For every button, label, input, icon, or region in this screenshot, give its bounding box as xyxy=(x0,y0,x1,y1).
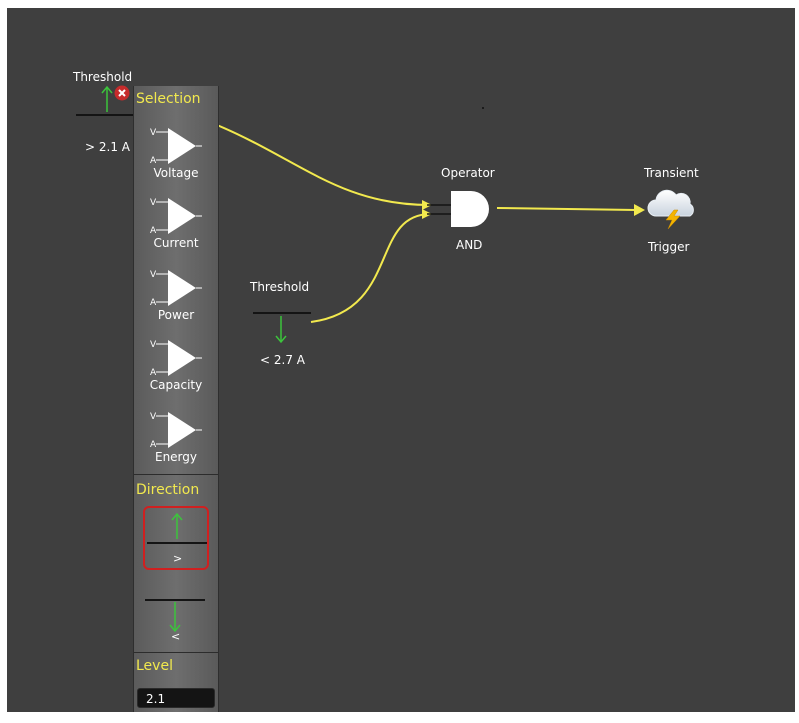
palette-item-voltage[interactable]: V A Voltage xyxy=(134,126,218,192)
svg-text:V: V xyxy=(150,128,157,138)
amplifier-icon: V A xyxy=(150,128,202,166)
amplifier-icon: V A xyxy=(150,270,202,308)
palette-item-label: Capacity xyxy=(149,378,203,392)
amplifier-icon: V A xyxy=(150,198,202,236)
threshold-node-1[interactable]: Threshold > 2.1 A xyxy=(70,70,140,160)
svg-text:A: A xyxy=(150,226,157,236)
direction-up-label: > xyxy=(173,552,183,565)
arrow-down-icon xyxy=(145,599,205,633)
trigger-value: Trigger xyxy=(648,240,690,254)
direction-title: Direction xyxy=(136,482,200,498)
palette-item-label: Current xyxy=(153,236,199,250)
direction-down-label: < xyxy=(171,630,181,643)
palette-item-power[interactable]: V A Power xyxy=(134,268,218,334)
svg-text:A: A xyxy=(150,440,157,450)
palette-item-label: Energy xyxy=(154,450,197,464)
svg-text:A: A xyxy=(150,368,157,378)
palette-item-current[interactable]: V A Current xyxy=(134,196,218,262)
threshold-1-value: > 2.1 A xyxy=(85,140,130,154)
divider xyxy=(134,652,218,653)
threshold-node-2[interactable]: Threshold < 2.7 A xyxy=(248,280,318,370)
threshold-2-value: < 2.7 A xyxy=(260,353,305,367)
trigger-node[interactable]: Transient Trigger xyxy=(636,166,716,256)
operator-title: Operator xyxy=(441,166,495,180)
divider xyxy=(134,474,218,475)
svg-text:V: V xyxy=(150,412,157,422)
palette-item-label: Power xyxy=(157,308,195,322)
trigger-title: Transient xyxy=(644,166,699,180)
storm-cloud-icon xyxy=(647,189,694,230)
arrow-up-icon xyxy=(147,512,207,544)
selection-title: Selection xyxy=(136,91,201,107)
amplifier-icon: V A xyxy=(150,412,202,450)
direction-up-button[interactable]: > xyxy=(143,506,209,570)
palette-item-label: Voltage xyxy=(153,166,199,180)
threshold-2-title: Threshold xyxy=(250,280,310,294)
svg-text:A: A xyxy=(150,156,157,166)
level-title: Level xyxy=(136,658,173,674)
palette-item-energy[interactable]: V A Energy xyxy=(134,410,218,476)
palette-item-capacity[interactable]: V A Capacity xyxy=(134,338,218,404)
svg-text:V: V xyxy=(150,270,157,280)
and-gate-icon xyxy=(427,191,489,227)
direction-down-button[interactable]: < xyxy=(143,586,209,650)
svg-text:V: V xyxy=(150,198,157,208)
threshold-1-title: Threshold xyxy=(73,70,133,84)
operator-node[interactable]: Operator AND xyxy=(425,166,505,256)
amplifier-icon: V A xyxy=(150,340,202,378)
level-input[interactable]: 2.1 xyxy=(137,688,215,708)
operator-value: AND xyxy=(456,238,483,252)
arrow-down-icon xyxy=(253,312,311,344)
selection-palette: Selection V A Voltage V A Current V A Po… xyxy=(133,86,219,712)
svg-text:V: V xyxy=(150,340,157,350)
svg-text:A: A xyxy=(150,298,157,308)
delete-icon[interactable] xyxy=(114,85,130,101)
